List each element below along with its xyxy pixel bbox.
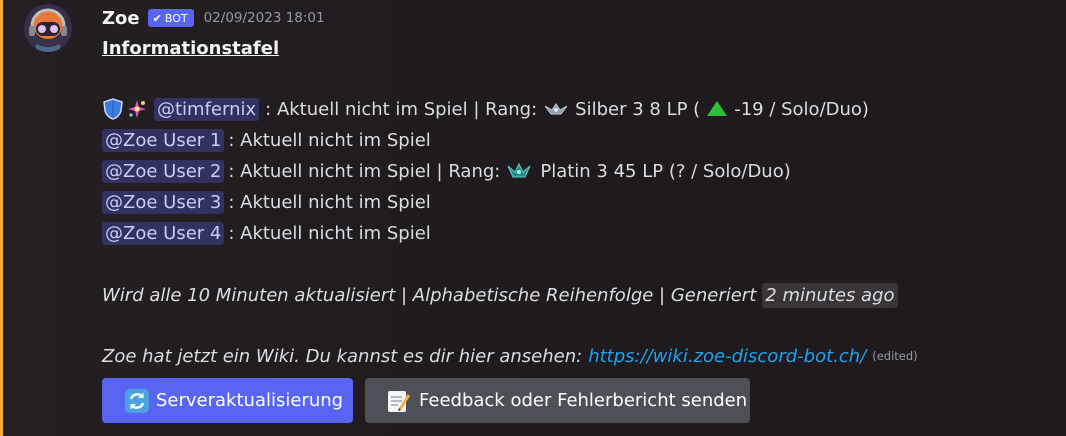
checkmark-icon: ✔ xyxy=(152,11,162,25)
memo-icon xyxy=(388,390,410,412)
edited-label: (edited) xyxy=(872,349,918,363)
status-text: : Aktuell nicht im Spiel xyxy=(228,222,431,244)
user-mention[interactable]: @Zoe User 2 xyxy=(102,159,225,183)
wiki-note: Zoe hat jetzt ein Wiki. Du kannst es dir… xyxy=(102,342,918,370)
list-item: @Zoe User 4 : Aktuell nicht im Spiel xyxy=(102,219,431,247)
list-item: @Zoe User 1 : Aktuell nicht im Spiel xyxy=(102,126,431,154)
bot-badge-label: BOT xyxy=(164,11,188,25)
avatar[interactable] xyxy=(24,4,72,52)
wiki-note-text: Zoe hat jetzt ein Wiki. Du kannst es dir… xyxy=(102,345,583,367)
status-text: : Aktuell nicht im Spiel xyxy=(228,129,431,151)
list-item: @Zoe User 2 : Aktuell nicht im Spiel | R… xyxy=(102,157,791,185)
list-item: @Zoe User 3 : Aktuell nicht im Spiel xyxy=(102,188,431,216)
user-mention[interactable]: @Zoe User 4 xyxy=(102,221,225,245)
wiki-link[interactable]: https://wiki.zoe-discord-bot.ch/ xyxy=(588,346,866,367)
user-mention[interactable]: @timfernix xyxy=(154,97,260,121)
platinum-rank-icon xyxy=(507,162,531,178)
highlight-bar xyxy=(0,0,3,436)
list-item: @timfernix : Aktuell nicht im Spiel | Ra… xyxy=(102,95,869,123)
bot-badge: ✔ BOT xyxy=(147,9,194,27)
status-text: : Aktuell nicht im Spiel | Rang: xyxy=(265,98,538,120)
user-mention[interactable]: @Zoe User 1 xyxy=(102,128,225,152)
lp-change-text: -19 / Solo/Duo) xyxy=(734,98,869,120)
server-refresh-label: Serveraktualisierung xyxy=(156,390,344,411)
bot-message: Zoe ✔ BOT 02/09/2023 18:01 Informationst… xyxy=(0,0,1066,436)
message-title: Informationstafel xyxy=(102,38,280,59)
status-text: : Aktuell nicht im Spiel xyxy=(228,191,431,213)
feedback-label: Feedback oder Fehlerbericht senden xyxy=(419,390,748,411)
footer-note: Wird alle 10 Minuten aktualisiert | Alph… xyxy=(102,281,898,309)
green-up-triangle-icon xyxy=(707,101,728,116)
refresh-icon xyxy=(125,388,149,413)
user-mention[interactable]: @Zoe User 3 xyxy=(102,190,225,214)
status-text: : Aktuell nicht im Spiel | Rang: xyxy=(228,160,501,182)
feedback-button[interactable]: Feedback oder Fehlerbericht senden xyxy=(365,378,750,423)
footer-note-text: Wird alle 10 Minuten aktualisiert | Alph… xyxy=(102,284,757,306)
silver-rank-icon xyxy=(544,103,568,115)
rank-text: Platin 3 45 LP (? / Solo/Duo) xyxy=(540,160,791,182)
relative-timestamp[interactable]: 2 minutes ago xyxy=(762,282,898,308)
rank-text: Silber 3 8 LP ( xyxy=(575,98,701,120)
username[interactable]: Zoe xyxy=(102,8,140,29)
message-timestamp[interactable]: 02/09/2023 18:01 xyxy=(204,10,325,26)
server-refresh-button[interactable]: Serveraktualisierung xyxy=(102,378,353,423)
shield-icon xyxy=(103,98,123,120)
message-header: Zoe ✔ BOT 02/09/2023 18:01 xyxy=(102,6,325,30)
sparkles-icon xyxy=(128,100,146,118)
